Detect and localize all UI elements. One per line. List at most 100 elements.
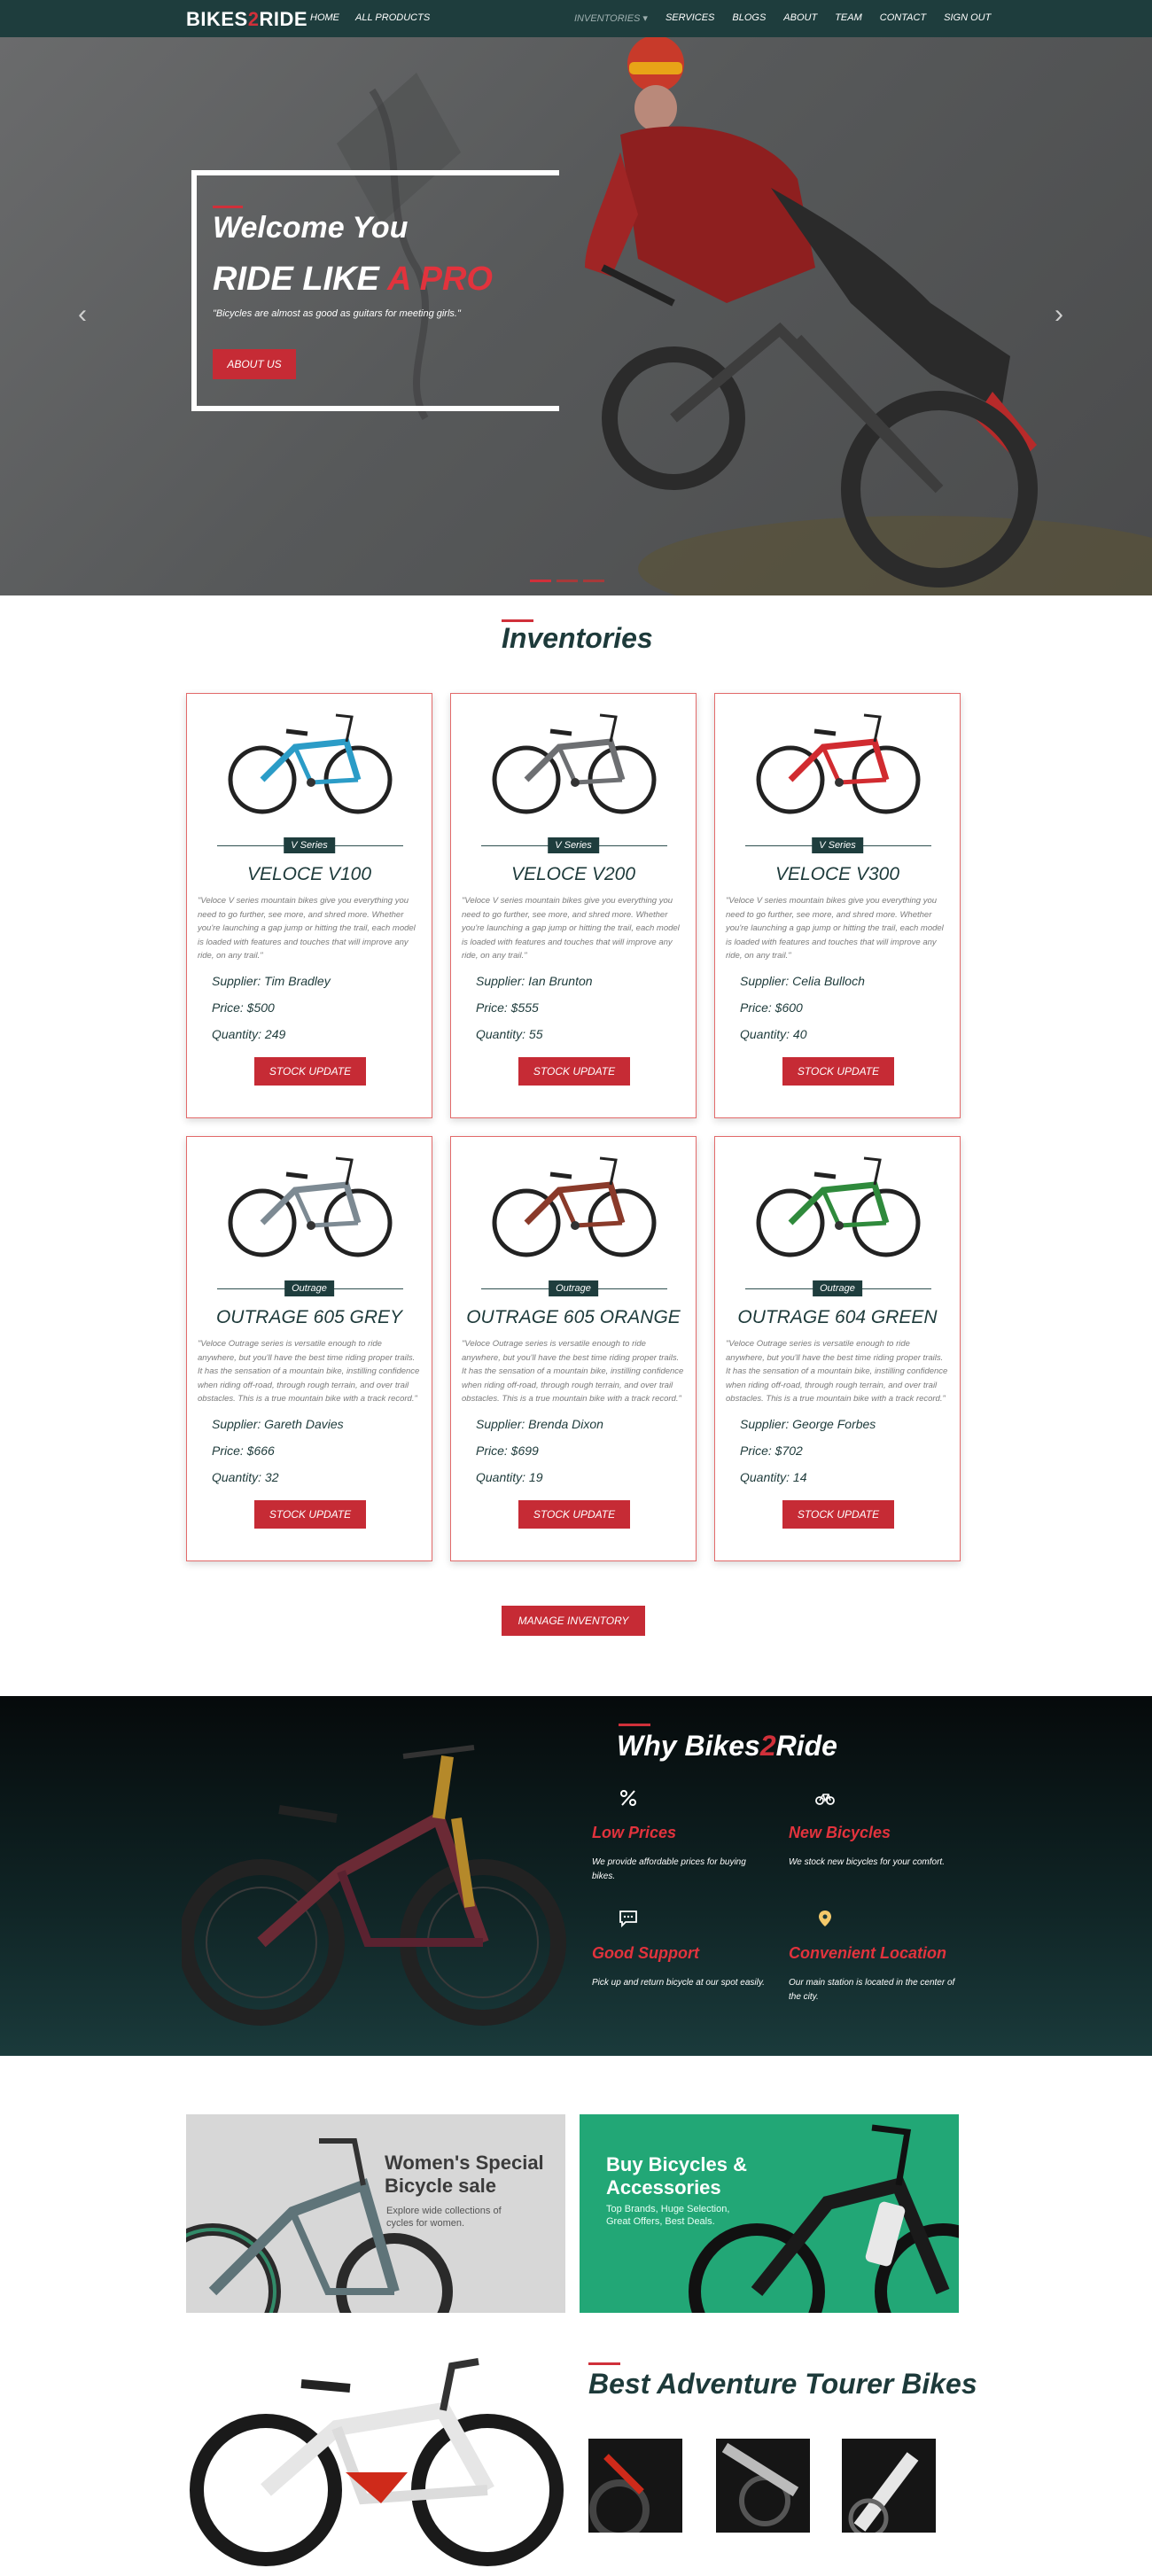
supplier-text: Supplier: George Forbes [740,1417,876,1431]
brand-suffix: RIDE [259,8,308,30]
series-badge: Outrage [549,1280,598,1296]
manage-inventory-button[interactable]: MANAGE INVENTORY [502,1606,645,1636]
price-text: Price: $699 [476,1444,539,1458]
supplier-text: Supplier: Ian Brunton [476,974,593,988]
carousel-indicators [530,580,604,582]
bike-image [756,713,921,814]
price-text: Price: $600 [740,1000,803,1015]
nav-left-links: HOME ALL PRODUCTS [310,12,430,23]
inventory-card: Outrage OUTRAGE 605 ORANGE "Veloce Outrage… [450,1136,697,1561]
price-text: Price: $666 [212,1444,275,1458]
brand-two: 2 [247,8,260,30]
stock-update-button[interactable]: STOCK UPDATE [782,1057,894,1086]
product-name: VELOCE V200 [510,864,636,884]
location-pin-icon [819,1911,831,1926]
stock-update-button[interactable]: STOCK UPDATE [782,1500,894,1529]
stock-update-button[interactable]: STOCK UPDATE [254,1057,366,1086]
why-title-two: 2 [759,1730,776,1762]
adventure-thumb-1[interactable] [588,2439,682,2533]
womens-sale-title-line-1: Women's Special [385,2152,544,2174]
bike-image [492,1156,657,1257]
nav-blogs-link[interactable]: BLOGS [732,12,766,24]
why-accent [619,1724,650,1726]
adventure-thumb-2[interactable] [716,2439,810,2533]
buy-bicycles-banner[interactable]: Buy Bicycles & Accessories Top Brands, H… [580,2114,959,2313]
quantity-text: Quantity: 40 [740,1027,807,1041]
nav-about-link[interactable]: ABOUT [783,12,817,24]
hero-carousel: ‹ › [0,37,1152,595]
thumb-image [589,2454,650,2533]
nav-inventories-dropdown[interactable]: INVENTORIES ▾ [574,12,648,24]
carousel-next-arrow[interactable]: › [1055,300,1063,330]
nav-contact-link[interactable]: CONTACT [880,12,926,24]
brand-logo[interactable]: BIKES2RIDE [186,8,307,31]
feature-text: Pick up and return bicycle at our spot e… [592,1978,765,1988]
inventory-card: Outrage OUTRAGE 604 GREEN "Veloce Outrage … [714,1136,961,1561]
series-badge: Outrage [813,1280,862,1296]
product-name: OUTRAGE 605 ORANGE [466,1307,681,1327]
buy-bicycles-subtitle: Top Brands, Huge Selection, Great Offers… [606,2203,729,2228]
buy-bicycles-subtitle-line-2: Great Offers, Best Deals. [606,2216,715,2227]
quantity-text: Quantity: 14 [740,1470,807,1484]
quantity-text: Quantity: 55 [476,1027,543,1041]
percent-icon [620,1790,636,1806]
hero-headline: RIDE LIKE A PRO [213,261,493,299]
quantity-text: Quantity: 19 [476,1470,543,1484]
nav-all-products-link[interactable]: ALL PRODUCTS [355,12,430,23]
buy-bicycles-subtitle-line-1: Top Brands, Huge Selection, [606,2204,730,2214]
inventory-card: V Series VELOCE V200 "Veloce V series moun… [450,693,697,1118]
nav-team-link[interactable]: TEAM [835,12,862,24]
womens-sale-subtitle-line-1: Explore wide collections of [386,2206,502,2216]
thumb-image [721,2442,799,2526]
carousel-indicator-3[interactable] [583,580,604,582]
nav-sign-out-link[interactable]: SIGN OUT [944,12,991,24]
bike-image [228,1156,393,1257]
carousel-indicator-1[interactable] [530,580,551,582]
product-description: "Veloce Outrage series is versatile enou… [462,1339,684,1404]
adventure-accent [588,2362,620,2365]
brand-prefix: BIKES [186,8,248,30]
nav-services-link[interactable]: SERVICES [666,12,714,24]
bike-image [228,713,393,814]
why-title-prefix: Why Bikes [617,1730,760,1762]
why-title: Why Bikes2Ride [617,1730,837,1763]
womens-sale-banner[interactable]: Women's Special Bicycle sale Explore wid… [186,2114,565,2313]
carousel-indicator-2[interactable] [557,580,578,582]
product-description: "Veloce V series mountain bikes give you… [198,896,416,961]
inventory-card: V Series VELOCE V300 "Veloce V series moun… [714,693,961,1118]
feature-text: Our main station is located in the cente… [789,1978,955,2002]
why-title-suffix: Ride [775,1730,837,1762]
stock-update-button[interactable]: STOCK UPDATE [518,1500,630,1529]
feature-title: Convenient Location [789,1944,947,1962]
stock-update-button[interactable]: STOCK UPDATE [254,1500,366,1529]
feature-title: Low Prices [592,1824,677,1841]
series-badge: V Series [548,837,599,853]
stock-update-button[interactable]: STOCK UPDATE [518,1057,630,1086]
quantity-text: Quantity: 249 [212,1027,286,1041]
product-description: "Veloce V series mountain bikes give you… [462,896,680,961]
nav-home-link[interactable]: HOME [310,12,339,23]
womens-sale-title-line-2: Bicycle sale [385,2175,496,2197]
inventory-grid: V Series VELOCE V100 "Veloce V series moun… [186,693,966,1561]
series-badge: Outrage [284,1280,334,1296]
carousel-prev-arrow[interactable]: ‹ [78,300,87,330]
feature-title: Good Support [592,1944,699,1962]
nav-right-links: INVENTORIES ▾ SERVICES BLOGS ABOUT TEAM … [574,12,991,24]
inventory-card: Outrage OUTRAGE 605 GREY "Veloce Outrage s… [186,1136,432,1561]
womens-sale-subtitle-line-2: cycles for women. [386,2218,465,2229]
adventure-thumb-3[interactable] [842,2439,936,2533]
adventure-ebike-image [190,2358,564,2566]
buy-bicycles-title: Buy Bicycles & Accessories [606,2153,747,2199]
supplier-text: Supplier: Tim Bradley [212,974,331,988]
womens-bike-image [186,2138,453,2313]
about-us-button[interactable]: ABOUT US [213,349,296,379]
hero-rider-image [337,37,1152,595]
hero-quote: "Bicycles are almost as good as guitars … [213,308,461,319]
womens-sale-title: Women's Special Bicycle sale [385,2152,544,2198]
bike-image [492,713,657,814]
product-name: OUTRAGE 604 GREEN [737,1307,938,1327]
product-description: "Veloce V series mountain bikes give you… [726,896,944,961]
bicycle-icon [815,1794,835,1805]
product-name: VELOCE V300 [774,864,900,884]
why-bike-image [182,1745,566,2026]
